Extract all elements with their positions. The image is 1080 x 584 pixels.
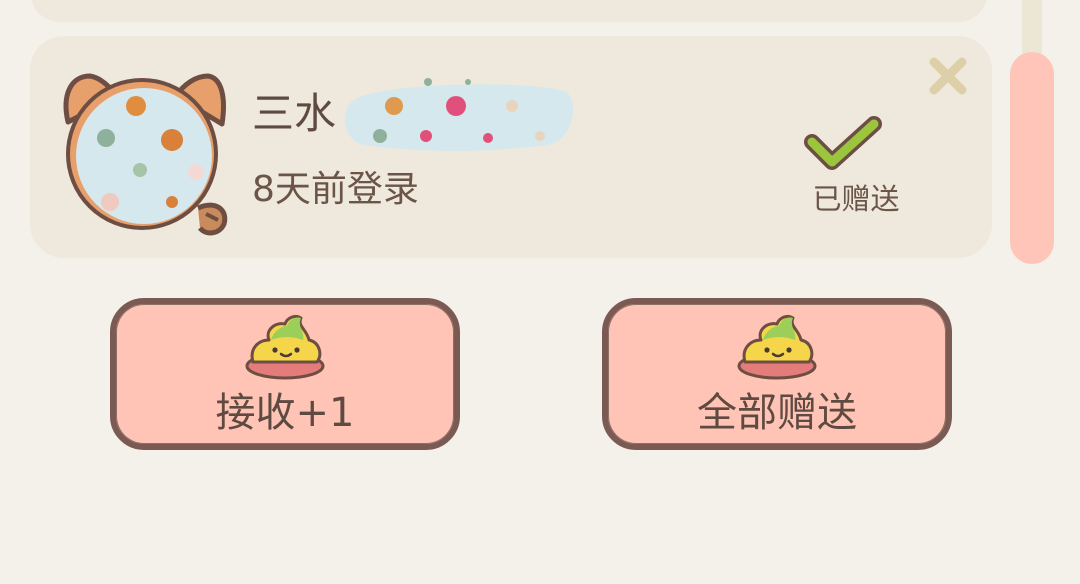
last-login-text: 8天前登录: [252, 169, 419, 210]
swirl-treat-icon: [245, 314, 325, 380]
name-redaction: [344, 78, 574, 151]
scrollbar-thumb[interactable]: [1010, 52, 1054, 264]
close-x-icon[interactable]: [926, 54, 970, 98]
avatar[interactable]: [60, 68, 235, 240]
swirl-treat-icon: [737, 314, 817, 380]
previous-friend-card: [30, 0, 988, 22]
friend-name: 三水: [252, 89, 337, 138]
gift-all-button-label: 全部赠送: [697, 390, 857, 436]
receive-button[interactable]: 接收+1: [110, 298, 460, 450]
check-icon: [804, 116, 882, 170]
gifted-status-label: 已赠送: [812, 182, 900, 216]
gift-all-button[interactable]: 全部赠送: [602, 298, 952, 450]
receive-button-label: 接收+1: [215, 390, 355, 436]
